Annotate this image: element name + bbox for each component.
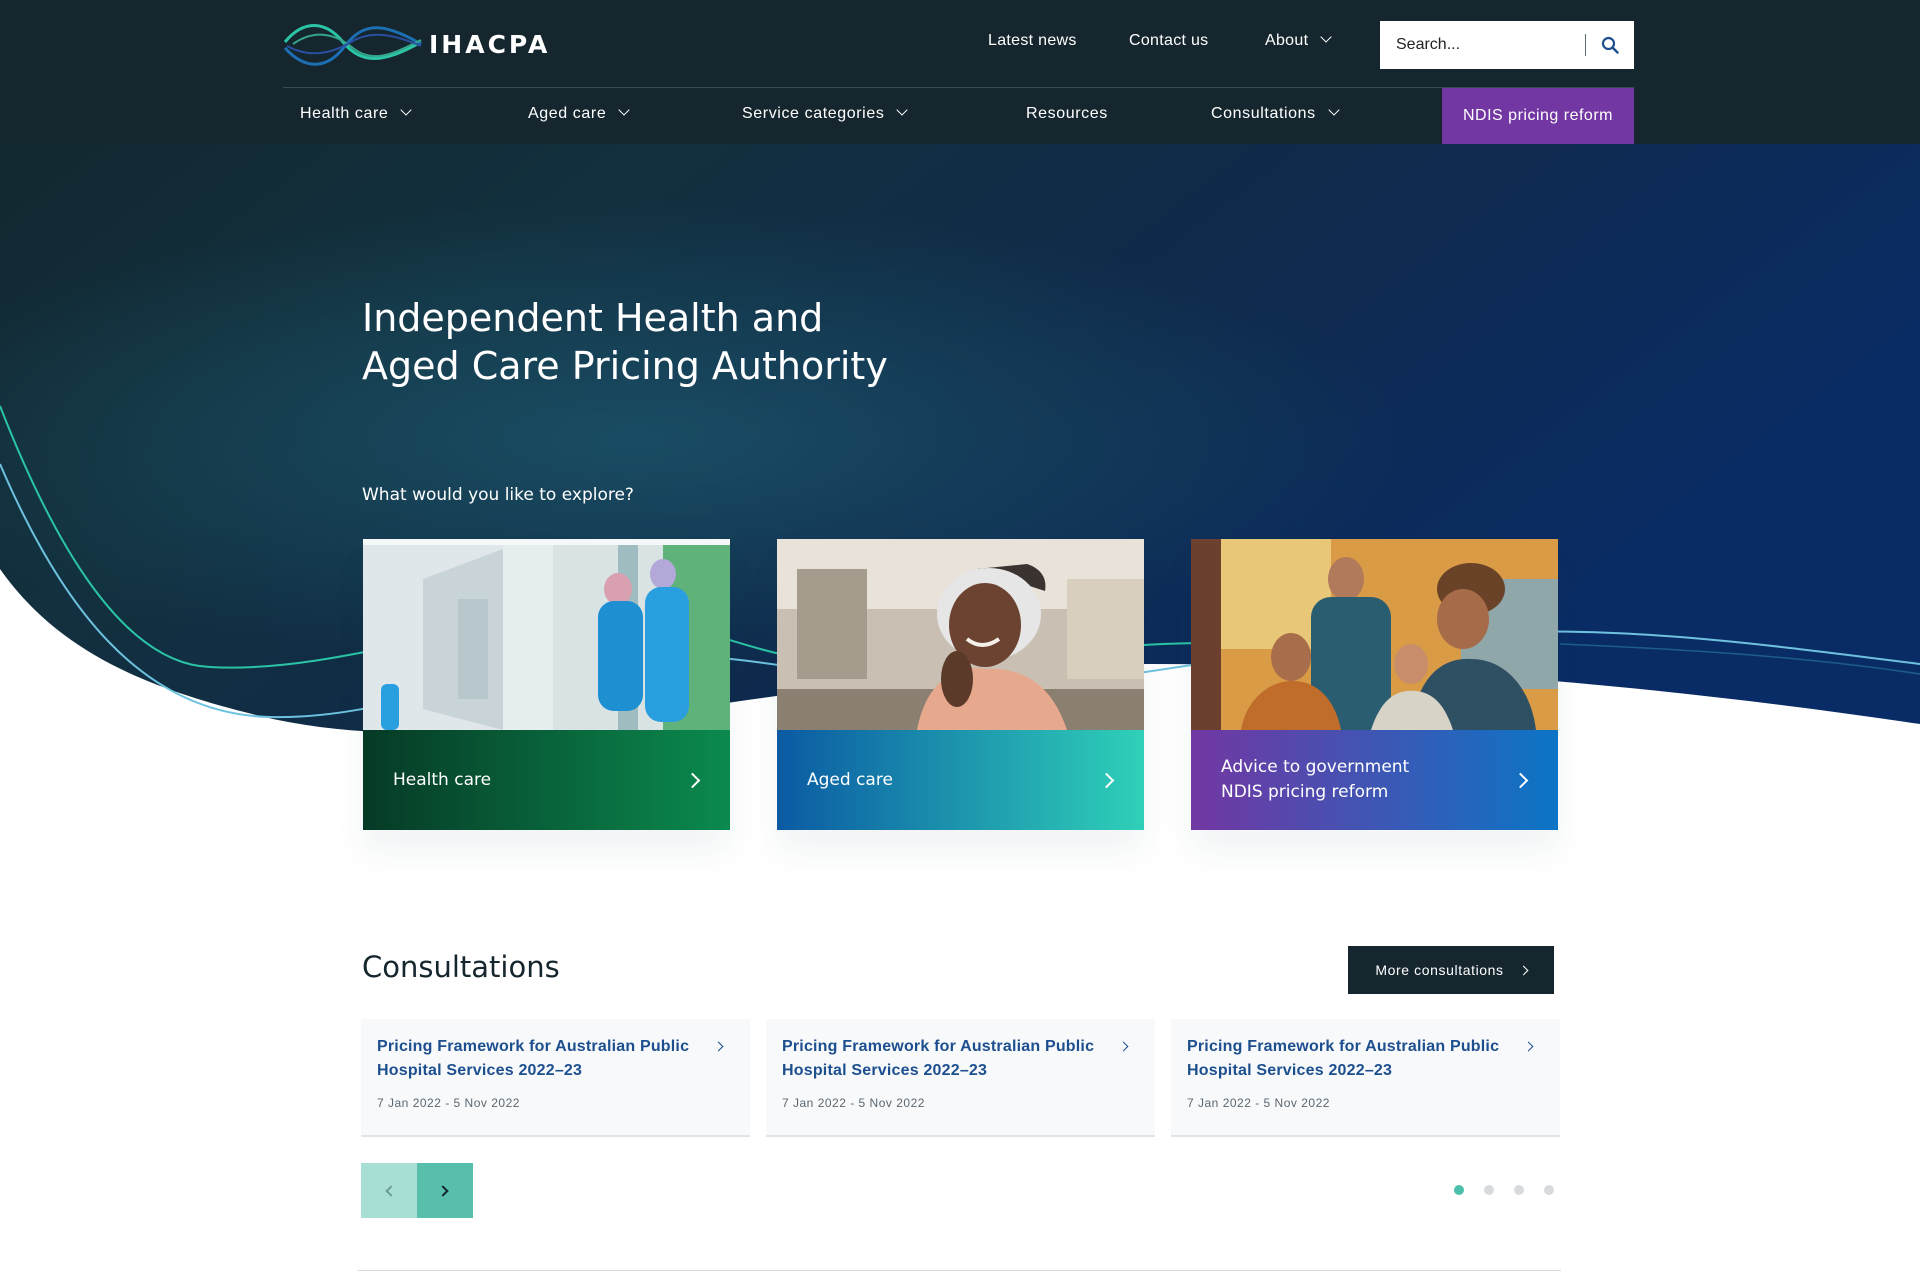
logo-text: IHACPA — [429, 29, 551, 59]
hero-title: Independent Health and Aged Care Pricing… — [362, 294, 1062, 390]
consultation-title: Pricing Framework for Australian Public … — [782, 1035, 1112, 1083]
carousel-dot-1[interactable] — [1454, 1185, 1464, 1195]
health-care-card-bar: Health care — [363, 730, 730, 830]
chevron-right-icon — [684, 772, 701, 788]
carousel-dot-2[interactable] — [1484, 1185, 1494, 1195]
aged-care-card-label: Aged care — [807, 768, 893, 793]
nav-consultations-label: Consultations — [1211, 105, 1316, 122]
consultation-title-line-1: Pricing Framework for Australian Public — [377, 1038, 690, 1055]
header-divider — [283, 87, 1634, 88]
consultation-title-line-1: Pricing Framework for Australian Public — [1187, 1038, 1500, 1055]
consultation-card[interactable]: Pricing Framework for Australian Public … — [1171, 1019, 1560, 1137]
feature-card-aged-care[interactable]: Aged care — [777, 539, 1144, 830]
more-consultations-label: More consultations — [1375, 962, 1504, 978]
chevron-left-icon — [385, 1184, 397, 1197]
aged-care-image — [777, 539, 1144, 730]
consultation-date: 7 Jan 2022 - 5 Nov 2022 — [782, 1096, 925, 1110]
feature-card-ndis-advice[interactable]: Advice to government NDIS pricing reform — [1191, 539, 1558, 830]
consultations-heading: Consultations — [362, 950, 560, 984]
consultation-title: Pricing Framework for Australian Public … — [1187, 1035, 1517, 1083]
search-icon — [1601, 36, 1619, 54]
health-care-card-label: Health care — [393, 768, 491, 793]
nav-resources[interactable]: Resources — [1026, 105, 1108, 123]
search-input[interactable] — [1380, 21, 1585, 69]
chevron-right-icon — [437, 1184, 449, 1197]
ndis-advice-image — [1191, 539, 1558, 730]
chevron-down-icon — [400, 104, 413, 116]
chevron-right-icon — [1118, 1041, 1129, 1052]
chevron-right-icon — [713, 1041, 724, 1052]
search-box — [1380, 21, 1634, 69]
utility-link-about[interactable]: About — [1265, 31, 1332, 50]
chevron-right-icon — [1512, 772, 1529, 788]
nav-consultations[interactable]: Consultations — [1211, 104, 1340, 123]
ndis-advice-card-label-line-1: Advice to government — [1221, 757, 1410, 777]
hero-title-line-2: Aged Care Pricing Authority — [362, 344, 888, 388]
nav-health-care[interactable]: Health care — [300, 104, 413, 123]
hospital-corridor-illustration — [363, 539, 730, 730]
search-button[interactable] — [1586, 21, 1634, 69]
site-header: IHACPA Latest news Contact us About Heal… — [0, 0, 1920, 144]
carousel-prev-button[interactable] — [361, 1163, 417, 1218]
consultation-title: Pricing Framework for Australian Public … — [377, 1035, 707, 1083]
consultation-title-line-2: Hospital Services 2022–23 — [782, 1062, 988, 1079]
group-of-young-people-illustration — [1191, 539, 1558, 730]
smiling-older-woman-illustration — [777, 539, 1144, 730]
chevron-right-icon — [1523, 1041, 1534, 1052]
nav-service-categories-label: Service categories — [742, 105, 885, 122]
ihacpa-logo — [283, 24, 422, 66]
nav-ndis-pricing-reform[interactable]: NDIS pricing reform — [1442, 88, 1634, 144]
chevron-down-icon — [1320, 31, 1332, 43]
ndis-advice-card-bar: Advice to government NDIS pricing reform — [1191, 730, 1558, 830]
chevron-down-icon — [1328, 104, 1340, 116]
ndis-advice-card-label-line-2: NDIS pricing reform — [1221, 782, 1389, 802]
carousel-next-button[interactable] — [417, 1163, 473, 1218]
chevron-right-icon — [1518, 965, 1529, 975]
consultation-date: 7 Jan 2022 - 5 Nov 2022 — [377, 1096, 520, 1110]
health-care-card-label-line-1: Health care — [393, 769, 492, 790]
feature-card-health-care[interactable]: Health care — [363, 539, 730, 830]
consultation-date: 7 Jan 2022 - 5 Nov 2022 — [1187, 1096, 1330, 1110]
hero-title-line-1: Independent Health and — [362, 296, 824, 340]
about-label: About — [1265, 32, 1309, 49]
more-consultations-button[interactable]: More consultations — [1348, 946, 1554, 994]
nav-aged-care-label: Aged care — [528, 105, 607, 122]
nav-aged-care[interactable]: Aged care — [528, 104, 631, 123]
nav-health-care-label: Health care — [300, 105, 389, 122]
health-care-image — [363, 539, 730, 730]
consultation-card[interactable]: Pricing Framework for Australian Public … — [361, 1019, 750, 1137]
chevron-right-icon — [1098, 772, 1115, 788]
explore-heading: What would you like to explore? — [362, 485, 634, 505]
consultation-title-line-2: Hospital Services 2022–23 — [1187, 1062, 1393, 1079]
ndis-advice-card-label: Advice to government NDIS pricing reform — [1221, 755, 1409, 805]
chevron-down-icon — [896, 104, 909, 116]
nav-service-categories[interactable]: Service categories — [742, 104, 909, 123]
carousel-dot-3[interactable] — [1514, 1185, 1524, 1195]
aged-care-card-bar: Aged care — [777, 730, 1144, 830]
aged-care-card-label-line-1: Aged care — [807, 769, 893, 790]
consultation-title-line-2: Hospital Services 2022–23 — [377, 1062, 583, 1079]
chevron-down-icon — [618, 104, 631, 116]
logo[interactable]: IHACPA — [283, 14, 550, 74]
utility-link-latest-news[interactable]: Latest news — [988, 32, 1077, 50]
carousel-dot-4[interactable] — [1544, 1185, 1554, 1195]
consultation-card[interactable]: Pricing Framework for Australian Public … — [766, 1019, 1155, 1137]
consultation-title-line-1: Pricing Framework for Australian Public — [782, 1038, 1095, 1055]
utility-link-contact-us[interactable]: Contact us — [1129, 32, 1208, 50]
page: IHACPA Latest news Contact us About Heal… — [0, 0, 1920, 1271]
